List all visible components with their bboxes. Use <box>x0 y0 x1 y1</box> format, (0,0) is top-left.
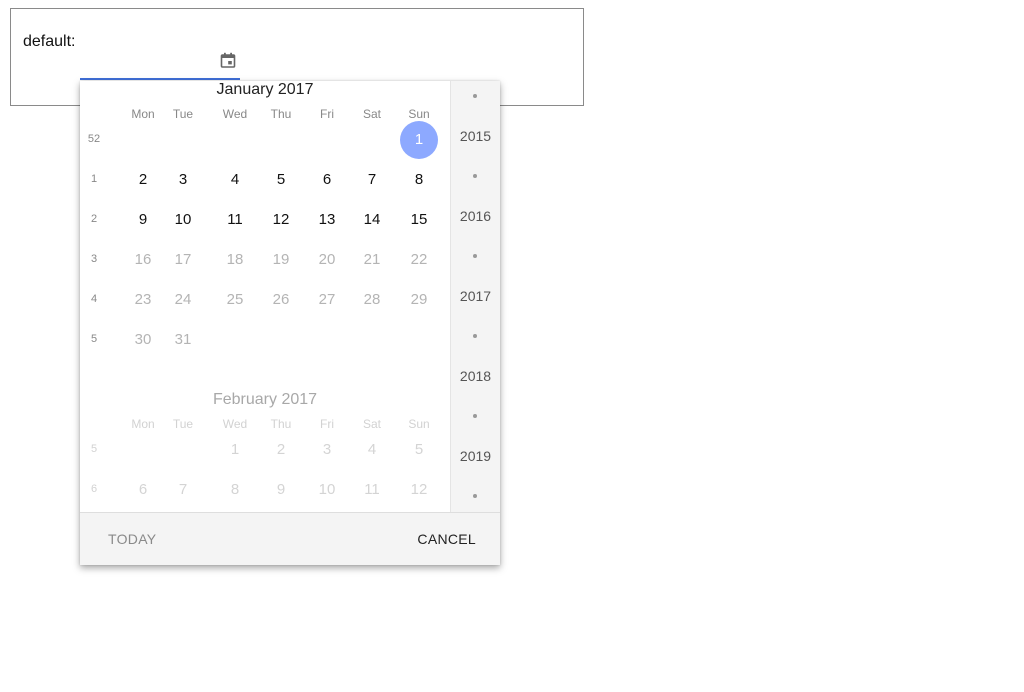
day-cell[interactable]: 6 <box>308 161 346 199</box>
weekday-label: Sat <box>362 417 381 431</box>
day-cell[interactable]: 25 <box>216 281 254 319</box>
day-cell[interactable]: 9 <box>124 201 162 239</box>
month-list[interactable]: January 2017 Mon Tue Wed Thu Fri Sat Sun 52 1 1 2 3 4… <box>80 81 450 512</box>
day-cell[interactable]: 27 <box>308 281 346 319</box>
week-number: 2 <box>90 213 98 225</box>
day-cell[interactable]: 18 <box>216 241 254 279</box>
day-cell[interactable]: 14 <box>353 201 391 239</box>
weekday-header: Mon Tue Wed Thu Fri Sat Sun <box>80 417 450 433</box>
weekday-label: Tue <box>172 417 194 431</box>
weekday-header: Mon Tue Wed Thu Fri Sat Sun <box>80 107 450 123</box>
datepicker-footer: TODAY CANCEL <box>80 512 500 565</box>
year-item[interactable]: 2016 <box>451 208 500 224</box>
day-cell[interactable]: 11 <box>216 201 254 239</box>
day-cell[interactable]: 7 <box>353 161 391 199</box>
day-cell[interactable]: 30 <box>124 321 162 359</box>
day-cell[interactable]: 9 <box>262 471 300 509</box>
weekday-label: Sun <box>408 417 430 431</box>
day-cell[interactable]: 26 <box>262 281 300 319</box>
year-dot <box>473 414 477 418</box>
weekday-label: Wed <box>222 107 248 121</box>
day-cell[interactable]: 3 <box>308 431 346 469</box>
weekday-label: Mon <box>131 417 155 431</box>
day-cell[interactable]: 12 <box>262 201 300 239</box>
weekday-label: Sun <box>408 107 430 121</box>
day-cell[interactable]: 10 <box>308 471 346 509</box>
day-cell[interactable]: 28 <box>353 281 391 319</box>
day-cell[interactable]: 31 <box>164 321 202 359</box>
day-cell-selected[interactable]: 1 <box>400 121 438 159</box>
year-dot <box>473 94 477 98</box>
day-cell[interactable]: 4 <box>353 431 391 469</box>
year-dot <box>473 334 477 338</box>
day-cell[interactable]: 8 <box>216 471 254 509</box>
day-cell[interactable]: 29 <box>400 281 438 319</box>
weekday-label: Sat <box>362 107 381 121</box>
year-item[interactable]: 2018 <box>451 368 500 384</box>
month-title: January 2017 <box>216 81 314 98</box>
day-cell[interactable]: 5 <box>400 431 438 469</box>
day-cell[interactable]: 22 <box>400 241 438 279</box>
day-cell[interactable]: 13 <box>308 201 346 239</box>
day-cell[interactable]: 6 <box>124 471 162 509</box>
year-dot <box>473 254 477 258</box>
day-cell[interactable]: 17 <box>164 241 202 279</box>
week-number: 5 <box>90 443 98 455</box>
weekday-label: Wed <box>222 417 248 431</box>
day-cell[interactable]: 10 <box>164 201 202 239</box>
day-cell[interactable]: 11 <box>353 471 391 509</box>
calendar-icon[interactable] <box>220 52 236 68</box>
cancel-button[interactable]: CANCEL <box>417 531 476 547</box>
day-cell[interactable]: 24 <box>164 281 202 319</box>
day-cell[interactable]: 4 <box>216 161 254 199</box>
day-cell[interactable]: 12 <box>400 471 438 509</box>
week-number: 1 <box>90 173 98 185</box>
date-input[interactable] <box>80 46 240 80</box>
day-cell[interactable]: 2 <box>262 431 300 469</box>
month-title: February 2017 <box>212 391 318 408</box>
year-item[interactable]: 2015 <box>451 128 500 144</box>
week-number: 3 <box>90 253 98 265</box>
weekday-label: Fri <box>320 417 334 431</box>
day-cell[interactable]: 16 <box>124 241 162 279</box>
weekday-label: Fri <box>320 107 334 121</box>
day-cell[interactable]: 15 <box>400 201 438 239</box>
week-number: 6 <box>90 483 98 495</box>
year-item[interactable]: 2017 <box>451 288 500 304</box>
day-cell[interactable]: 19 <box>262 241 300 279</box>
year-dot <box>473 174 477 178</box>
day-cell[interactable]: 2 <box>124 161 162 199</box>
day-cell[interactable]: 8 <box>400 161 438 199</box>
day-cell[interactable]: 3 <box>164 161 202 199</box>
weekday-label: Mon <box>131 107 155 121</box>
year-dot <box>473 494 477 498</box>
day-cell[interactable]: 20 <box>308 241 346 279</box>
weekday-label: Thu <box>270 107 292 121</box>
weekday-label: Thu <box>270 417 292 431</box>
weekday-label: Tue <box>172 107 194 121</box>
week-number: 52 <box>87 133 101 145</box>
datepicker-popup: January 2017 Mon Tue Wed Thu Fri Sat Sun 52 1 1 2 3 4… <box>80 81 500 565</box>
year-list[interactable]: 2015 2016 2017 2018 2019 <box>450 81 500 512</box>
year-item[interactable]: 2019 <box>451 448 500 464</box>
day-cell[interactable]: 21 <box>353 241 391 279</box>
day-cell[interactable]: 5 <box>262 161 300 199</box>
today-button[interactable]: TODAY <box>108 531 156 547</box>
week-number: 4 <box>90 293 98 305</box>
day-cell[interactable]: 23 <box>124 281 162 319</box>
week-number: 5 <box>90 333 98 345</box>
day-cell[interactable]: 7 <box>164 471 202 509</box>
day-cell[interactable]: 1 <box>216 431 254 469</box>
field-label: default: <box>23 33 76 50</box>
